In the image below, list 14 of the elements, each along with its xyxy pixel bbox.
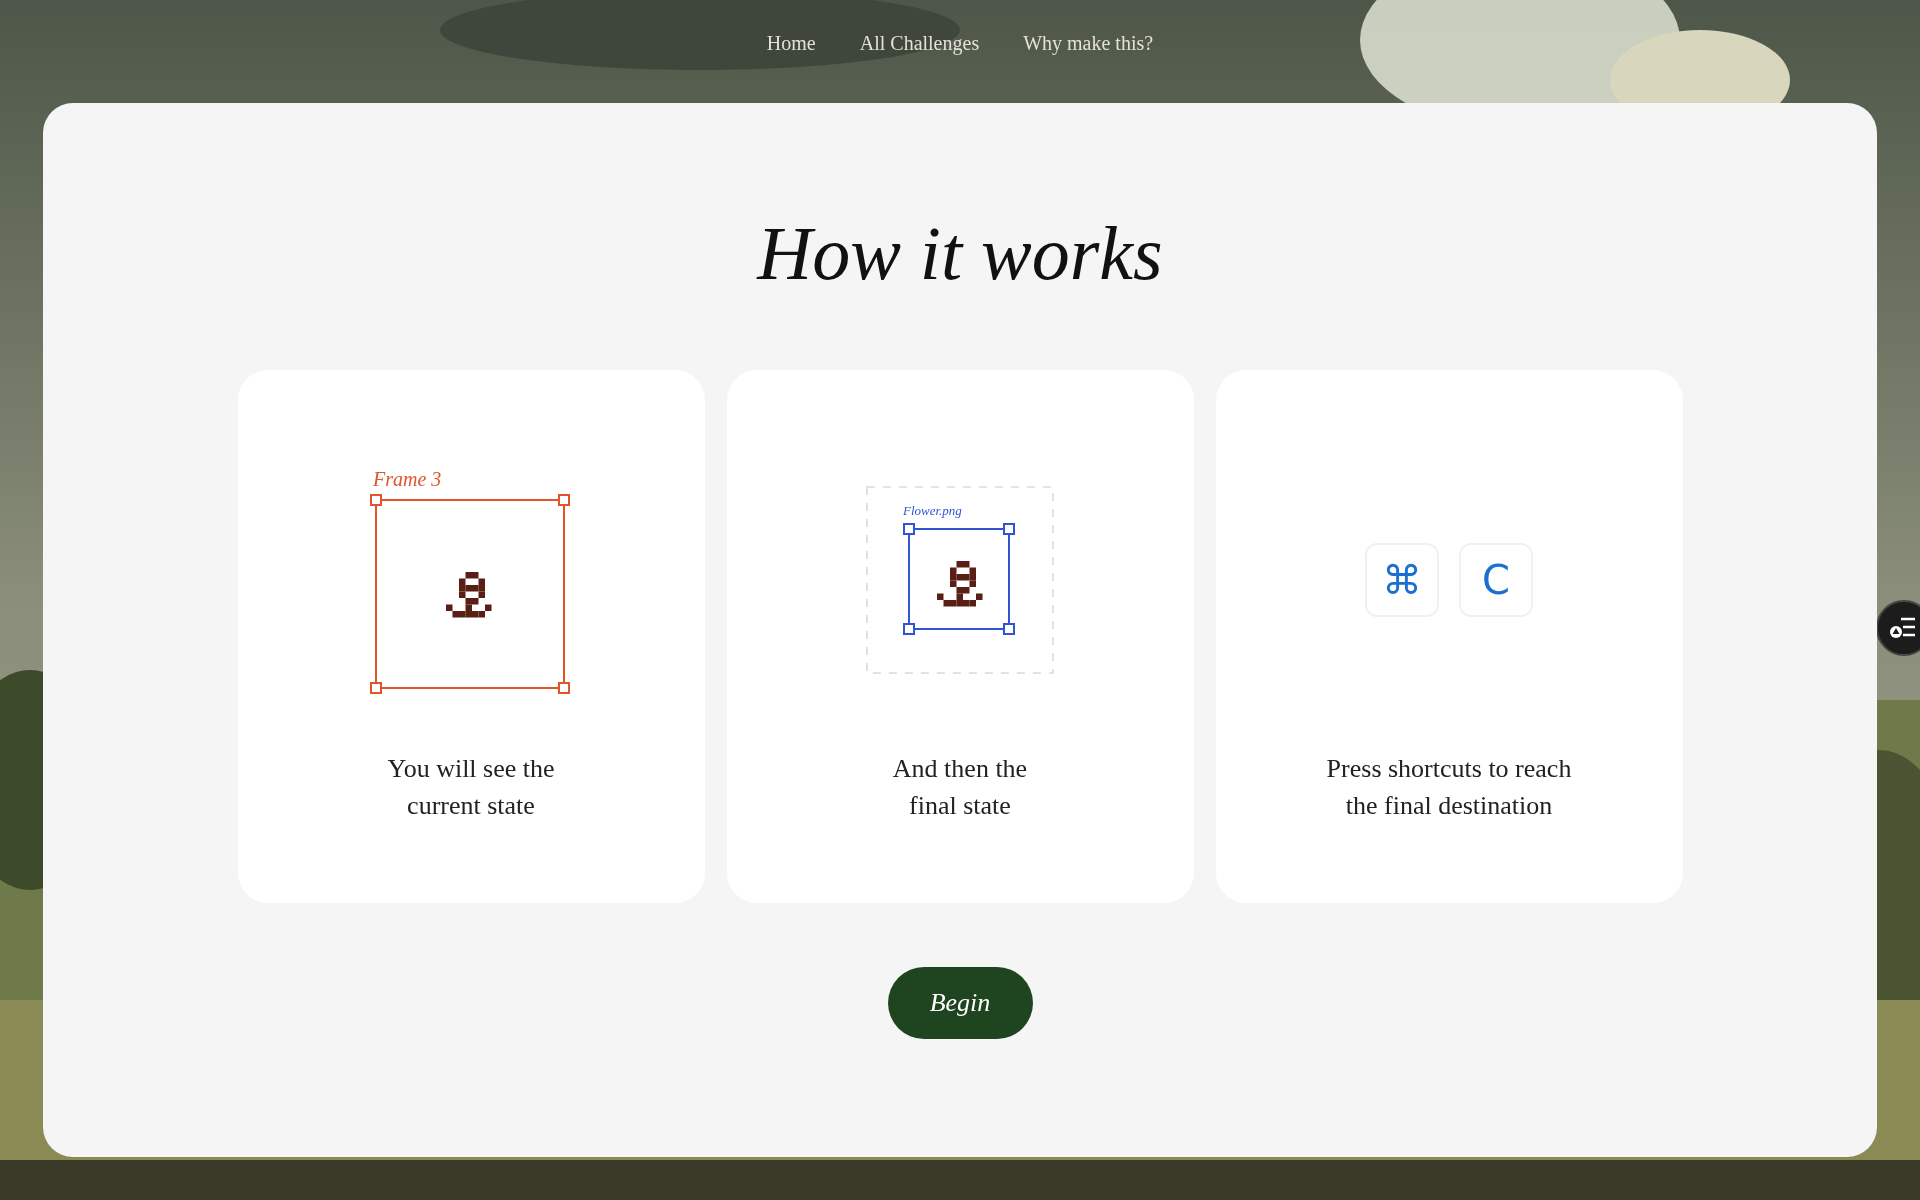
begin-button[interactable]: Begin xyxy=(887,967,1033,1039)
nav-link[interactable]: All Challenges xyxy=(859,32,980,55)
step-caption: And then the final state xyxy=(892,753,1028,822)
flower-icon xyxy=(446,572,492,618)
step-caption: You will see the current state xyxy=(387,753,555,822)
key-cap: C xyxy=(1459,543,1533,617)
nav-link[interactable]: Why make this? xyxy=(1023,32,1154,55)
key-cap: ⌘ xyxy=(1365,543,1439,617)
flower-icon xyxy=(937,561,983,607)
nav-link[interactable]: Home xyxy=(766,32,816,55)
frame-label: Frame 3 xyxy=(373,468,442,490)
step-caption: Press shortcuts to reach the final destination xyxy=(1326,753,1572,822)
page-title: How it works xyxy=(757,215,1163,291)
image-label: Flower.png xyxy=(903,503,962,518)
